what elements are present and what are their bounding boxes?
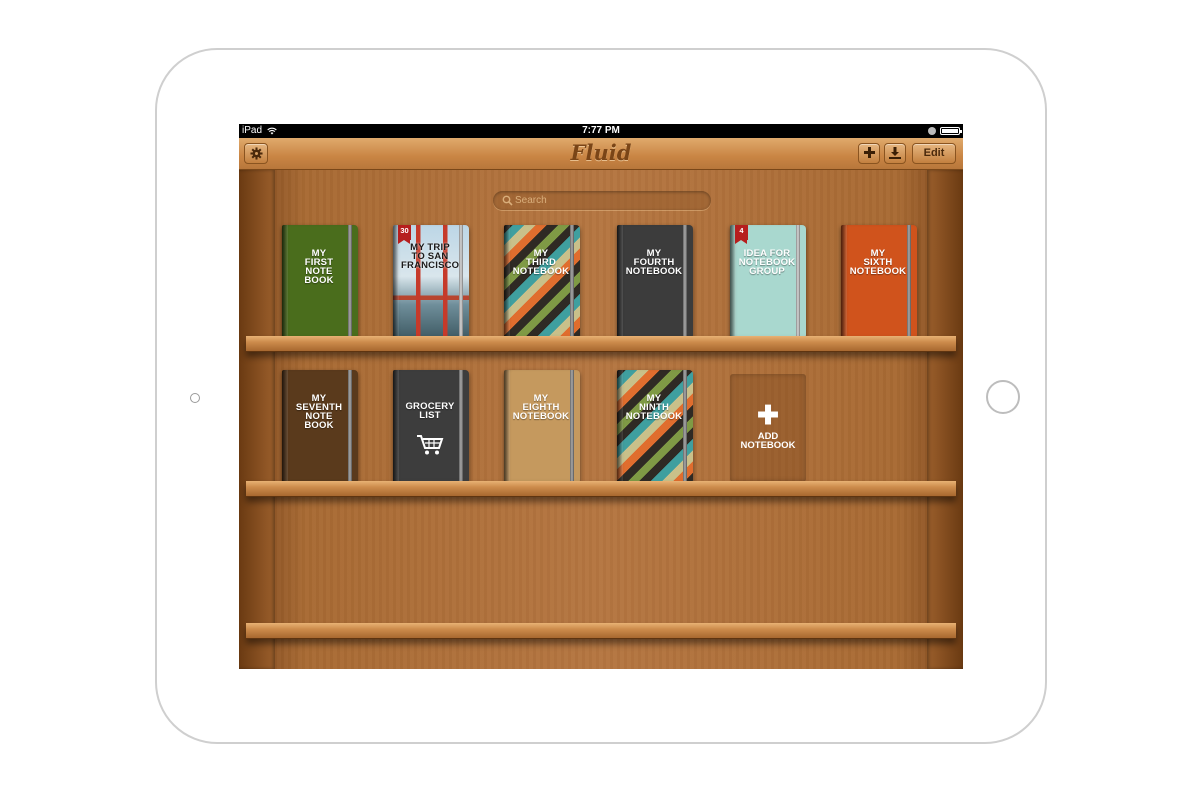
page-count-badge: 30 (398, 225, 411, 244)
notebook-elastic (907, 225, 911, 339)
download-button[interactable] (884, 143, 906, 164)
notebook-elastic (459, 370, 463, 484)
add-notebook-button[interactable]: ✚ ADD NOTEBOOK (730, 374, 806, 482)
notebook-my-seventh-note-book[interactable]: MY SEVENTH NOTE BOOK (282, 370, 358, 484)
status-bar: iPad 7:77 PM (239, 124, 963, 138)
bookcase-side-right (927, 170, 963, 669)
lock-icon (928, 127, 936, 135)
notebook-title: MY SEVENTH NOTE BOOK (295, 393, 343, 431)
notebook-idea-for-notebook-group[interactable]: 4 IDEA FOR NOTEBOOK GROUP (730, 225, 806, 339)
notebook-title: IDEA FOR NOTEBOOK GROUP (738, 248, 796, 277)
bookcase: MY FIRST NOTE BOOK 30 MY TRIP TO SAN FRA… (239, 170, 963, 669)
battery-icon (940, 127, 962, 135)
notebook-elastic (348, 225, 352, 339)
notebook-elastic (683, 225, 687, 339)
notebook-title: MY NINTH NOTEBOOK (625, 393, 683, 422)
notebook-my-trip-to-san-francisco[interactable]: 30 MY TRIP TO SAN FRANCISCO (393, 225, 469, 339)
notebook-title: GROCERY LIST (405, 401, 455, 421)
camera-icon (190, 393, 200, 403)
notebook-elastic (570, 370, 574, 484)
notebook-my-fourth-notebook[interactable]: MY FOURTH NOTEBOOK (617, 225, 693, 339)
notebook-elastic (459, 225, 463, 339)
plus-icon: ✚ (757, 400, 779, 430)
notebook-my-eighth-notebook[interactable]: MY EIGHTH NOTEBOOK (504, 370, 580, 484)
shelf-2 (246, 481, 956, 497)
shelf-1 (246, 336, 956, 352)
notebook-elastic (570, 225, 574, 339)
notebook-elastic (683, 370, 687, 484)
search-bar[interactable] (493, 191, 711, 210)
status-time: 7:77 PM (582, 125, 620, 136)
notebook-grocery-list[interactable]: GROCERY LIST (393, 370, 469, 484)
edit-button[interactable]: Edit (912, 143, 956, 164)
notebook-title: MY FOURTH NOTEBOOK (625, 248, 683, 277)
search-input[interactable] (515, 191, 705, 210)
screen: iPad 7:77 PM Fluid Edit Search MY FIRST … (239, 124, 963, 669)
add-button[interactable] (858, 143, 880, 164)
notebook-title: MY THIRD NOTEBOOK (512, 248, 570, 277)
notebook-title: MY EIGHTH NOTEBOOK (512, 393, 570, 422)
navigation-bar: Fluid Edit (239, 138, 963, 170)
plus-icon (863, 147, 875, 158)
add-notebook-label: ADD NOTEBOOK (740, 431, 796, 451)
shopping-cart-icon (417, 435, 444, 455)
search-icon (502, 195, 513, 206)
notebook-elastic (348, 370, 352, 484)
shelf-3 (246, 623, 956, 639)
notebook-my-sixth-notebook[interactable]: MY SIXTH NOTEBOOK (841, 225, 917, 339)
home-button[interactable] (986, 380, 1020, 414)
download-icon (889, 147, 901, 159)
notebook-my-first-note-book[interactable]: MY FIRST NOTE BOOK (282, 225, 358, 339)
notebook-elastic (796, 225, 800, 339)
notebook-my-ninth-notebook[interactable]: MY NINTH NOTEBOOK (617, 370, 693, 484)
app-logo: Fluid (570, 140, 632, 165)
notebook-title: MY TRIP TO SAN FRANCISCO (401, 242, 460, 271)
notebook-my-third-notebook[interactable]: MY THIRD NOTEBOOK (504, 225, 580, 339)
bookcase-side-left (239, 170, 275, 669)
notebook-title: MY SIXTH NOTEBOOK (849, 248, 907, 277)
page-count-badge: 4 (735, 225, 748, 244)
notebook-title: MY FIRST NOTE BOOK (304, 248, 334, 286)
